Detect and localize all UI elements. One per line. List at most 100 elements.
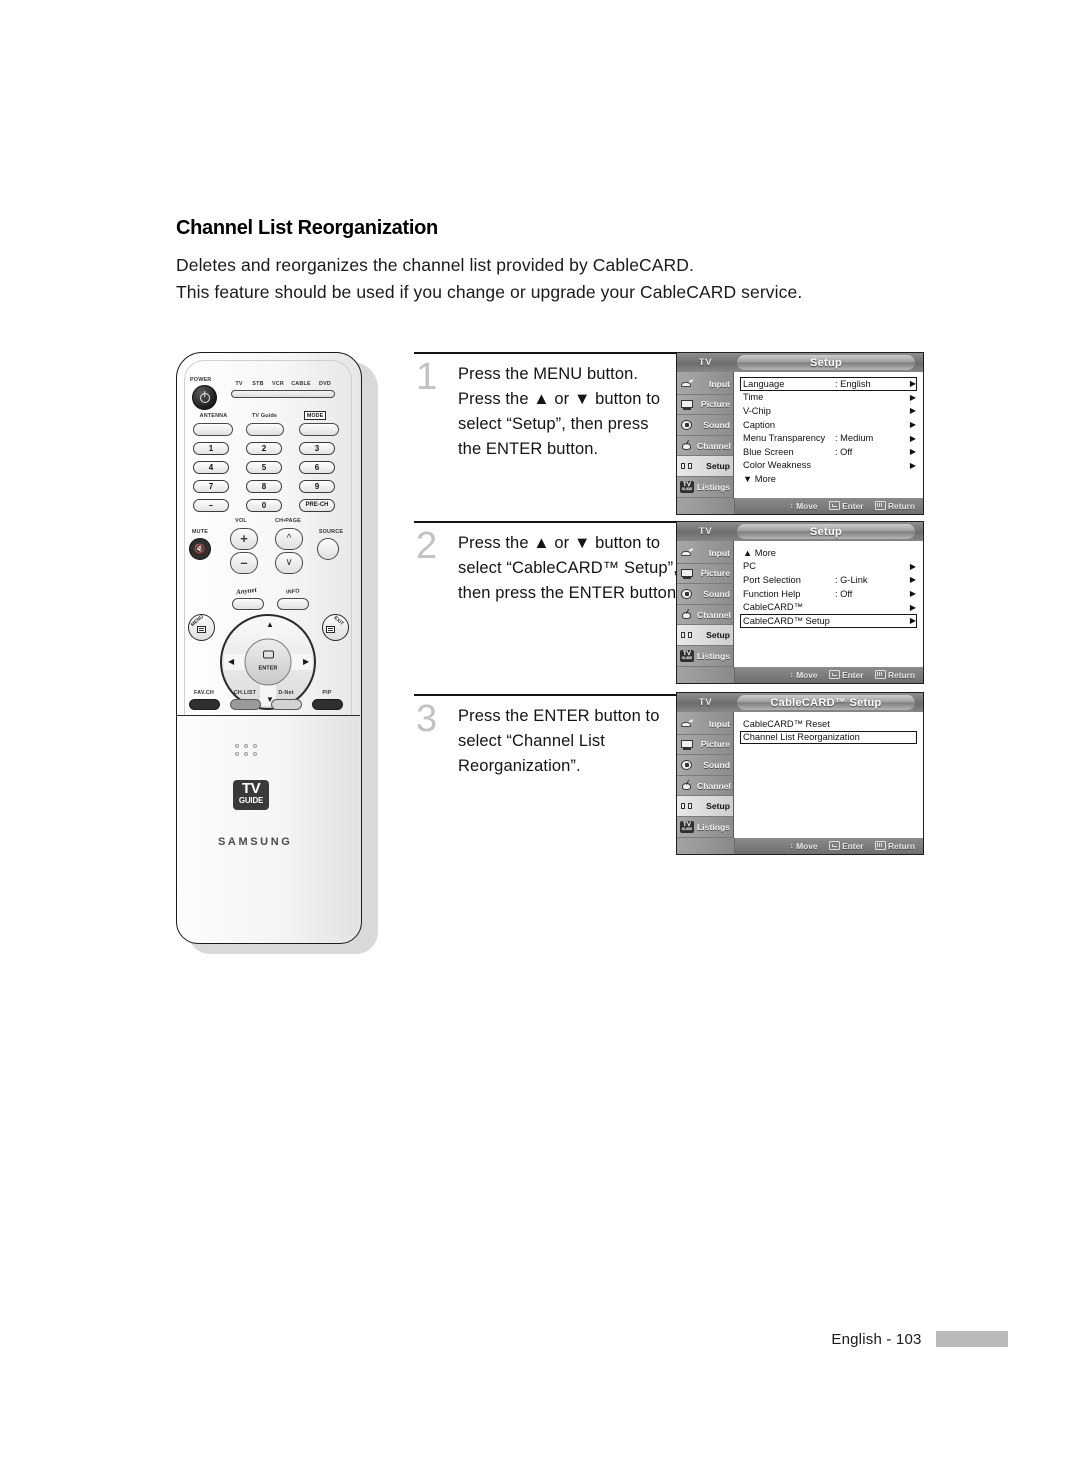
osd-menu-item[interactable]: Blue Screen: Off ▶ xyxy=(740,445,917,459)
antenna-button[interactable] xyxy=(193,423,233,436)
osd-sidebar-item-sound[interactable]: Sound xyxy=(677,755,733,776)
mode-button[interactable] xyxy=(299,423,339,436)
osd-sidebar-item-listings[interactable]: Listings xyxy=(677,817,733,838)
osd-menu-item[interactable]: CableCARD™ Reset xyxy=(740,717,917,731)
osd-sidebar-item-input[interactable]: Input xyxy=(677,714,733,735)
osd-menu-item-value: : English xyxy=(835,378,871,389)
source-button[interactable] xyxy=(317,538,339,560)
input-icon xyxy=(680,378,694,390)
step-line: the ENTER button. xyxy=(458,440,599,458)
num-3-button[interactable]: 3 xyxy=(299,442,335,455)
power-icon xyxy=(199,392,210,403)
step-text: Press the ENTER button to select “Channe… xyxy=(458,704,660,779)
osd-sidebar-item-channel[interactable]: Channel xyxy=(677,776,733,797)
pip-button[interactable] xyxy=(312,699,343,710)
osd-menu-item[interactable]: CableCARD™ ▶ xyxy=(740,600,917,614)
osd-sidebar-item-sound[interactable]: Sound xyxy=(677,415,733,436)
osd-menu-item-label: Menu Transparency xyxy=(743,433,826,444)
osd-footer-notch xyxy=(677,666,735,683)
volume-down-button[interactable]: – xyxy=(230,552,258,574)
tvguide-button[interactable] xyxy=(246,423,284,436)
num-2-button[interactable]: 2 xyxy=(246,442,282,455)
num-9-button[interactable]: 9 xyxy=(299,480,335,493)
osd-sidebar-item-setup[interactable]: Setup xyxy=(677,456,733,477)
osd-sidebar-item-channel[interactable]: Channel xyxy=(677,436,733,457)
osd-title-bar: TV Setup xyxy=(677,522,923,541)
anynet-button[interactable] xyxy=(232,598,264,610)
osd-menu-item[interactable]: Time ▶ xyxy=(740,391,917,405)
osd-menu-item[interactable]: Menu Transparency: Medium ▶ xyxy=(740,431,917,445)
dpad-up-arrow-icon[interactable]: ▲ xyxy=(266,621,274,629)
d-net-button[interactable] xyxy=(271,699,302,710)
osd-sidebar-item-setup[interactable]: Setup xyxy=(677,796,733,817)
num-7-button[interactable]: 7 xyxy=(193,480,229,493)
osd-menu-item[interactable]: Caption ▶ xyxy=(740,418,917,432)
enter-button[interactable]: ENTER xyxy=(244,638,292,686)
dpad-left-arrow-icon[interactable]: ◀ xyxy=(228,658,234,666)
submenu-arrow-icon: ▶ xyxy=(909,575,916,585)
osd-title-text: CableCARD™ Setup xyxy=(770,696,882,709)
num-1-button[interactable]: 1 xyxy=(193,442,229,455)
osd-footer-enter-label: Enter xyxy=(842,840,864,851)
power-button[interactable] xyxy=(192,385,217,410)
osd-sidebar-item-picture[interactable]: Picture xyxy=(677,735,733,756)
osd-menu-item[interactable]: Port Selection: G-Link ▶ xyxy=(740,573,917,587)
source-label: SOURCE xyxy=(318,529,344,535)
enter-key-icon xyxy=(828,670,840,679)
osd-menu-item[interactable]: CableCARD™ Setup ▶ xyxy=(740,613,917,628)
osd-sidebar-item-listings[interactable]: Listings xyxy=(677,477,733,498)
osd-sidebar-item-sound[interactable]: Sound xyxy=(677,584,733,605)
osd-menu-item-value: : G-Link xyxy=(835,574,868,585)
osd-sidebar-item-input[interactable]: Input xyxy=(677,374,733,395)
num-0-button[interactable]: 0 xyxy=(246,499,282,512)
osd-sidebar-item-label: Input xyxy=(709,718,730,729)
num-4-button[interactable]: 4 xyxy=(193,461,229,474)
osd-menu-item[interactable]: PC ▶ xyxy=(740,560,917,574)
osd-sidebar-item-picture[interactable]: Picture xyxy=(677,395,733,416)
num-5-button[interactable]: 5 xyxy=(246,461,282,474)
osd-sidebar-item-label: Listings xyxy=(697,650,730,661)
osd-sidebar-item-label: Input xyxy=(709,378,730,389)
osd-sidebar-item-setup[interactable]: Setup xyxy=(677,625,733,646)
osd-tv-label: TV xyxy=(698,357,713,368)
osd-menu-empty-row xyxy=(740,641,917,655)
dot xyxy=(235,744,239,748)
osd-menu-item[interactable]: ▼ More xyxy=(740,472,917,486)
osd-menu-item[interactable]: Function Help: Off ▶ xyxy=(740,587,917,601)
osd-sidebar-item-picture[interactable]: Picture xyxy=(677,564,733,585)
osd-menu-item[interactable]: ▲ More xyxy=(740,546,917,560)
info-button[interactable] xyxy=(277,598,309,610)
step-divider xyxy=(414,521,680,523)
dash-button[interactable]: – xyxy=(193,499,229,512)
page-title: Channel List Reorganization xyxy=(176,217,438,239)
osd-sidebar: Input Picture Sound Channel Setup Listings xyxy=(677,541,734,667)
channel-down-button[interactable]: ∨ xyxy=(275,552,303,574)
mode-cable-label: CABLE xyxy=(291,381,311,387)
osd-sidebar-item-input[interactable]: Input xyxy=(677,543,733,564)
pre-ch-button[interactable]: PRE-CH xyxy=(299,499,335,512)
osd-sidebar-item-label: Picture xyxy=(700,568,730,579)
num-8-button[interactable]: 8 xyxy=(246,480,282,493)
ch-list-button[interactable] xyxy=(230,699,261,710)
return-key-icon xyxy=(874,841,886,851)
dpad-right-arrow-icon[interactable]: ▶ xyxy=(303,658,309,666)
volume-up-button[interactable]: + xyxy=(230,528,258,550)
osd-sidebar-item-channel[interactable]: Channel xyxy=(677,605,733,626)
fav-ch-button[interactable] xyxy=(189,699,220,710)
osd-footer-bar: ↕ Move Enter Return xyxy=(677,497,923,514)
osd-menu-item[interactable]: Channel List Reorganization xyxy=(740,730,917,745)
channel-up-button[interactable]: ^ xyxy=(275,528,303,550)
osd-menu-item[interactable]: V-Chip ▶ xyxy=(740,404,917,418)
d-net-label: D-Net xyxy=(278,690,294,696)
osd-menu-item[interactable]: Color Weakness ▶ xyxy=(740,459,917,473)
osd-screenshot-setup-page-2: TV Setup Input Picture Sound Channel Setup List… xyxy=(676,521,924,684)
osd-sidebar-item-label: Sound xyxy=(703,588,730,599)
mute-button[interactable]: 🔇 xyxy=(189,538,211,560)
osd-sidebar-item-label: Channel xyxy=(697,609,731,620)
num-6-button[interactable]: 6 xyxy=(299,461,335,474)
osd-menu-item[interactable]: Language: English ▶ xyxy=(740,377,917,391)
osd-title-text: Setup xyxy=(809,356,843,369)
device-mode-slider[interactable] xyxy=(231,390,335,398)
osd-sidebar-item-listings[interactable]: Listings xyxy=(677,646,733,667)
osd-menu-item-label: Channel List Reorganization xyxy=(743,732,860,743)
